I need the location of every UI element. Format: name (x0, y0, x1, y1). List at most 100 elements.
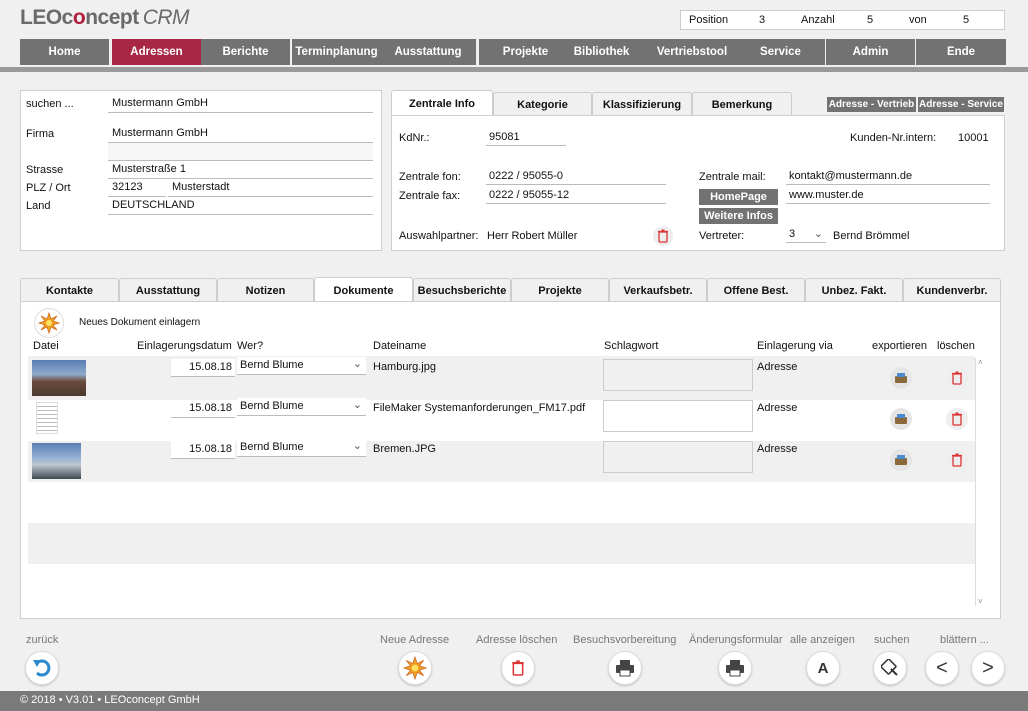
tab-kundenverbr[interactable]: Kundenverbr. (903, 278, 1001, 302)
chevron-down-icon: ⌄ (352, 358, 362, 370)
delete-partner-icon[interactable] (653, 226, 673, 246)
tab-notizen[interactable]: Notizen (217, 278, 314, 302)
zentrale-info-panel: KdNr.: 95081 Kunden-Nr.intern: 10001 Zen… (391, 115, 1005, 251)
menu-service[interactable]: Service (736, 39, 825, 65)
adresse-service-button[interactable]: Adresse - Service (918, 97, 1004, 112)
table-row[interactable]: 15.08.18 Bernd Blume ⌄ FileMaker Systeman… (28, 398, 974, 439)
logo-accent: o (72, 6, 86, 29)
header-file: Datei (33, 340, 59, 352)
burst-icon (403, 656, 427, 680)
tab-dokumente[interactable]: Dokumente (314, 277, 413, 303)
vertreter-number: 3 (789, 228, 796, 240)
table-row[interactable]: 15.08.18 Bernd Blume ⌄ Bremen.JPG Adresse (28, 439, 974, 480)
row-bg (28, 564, 975, 606)
tab-offene-best[interactable]: Offene Best. (707, 278, 805, 302)
table-row[interactable]: 15.08.18 Bernd Blume ⌄ Hamburg.jpg Adress… (28, 357, 974, 398)
trash-icon[interactable] (946, 449, 968, 471)
weitere-infos-button[interactable]: Weitere Infos (699, 208, 778, 224)
strasse-field[interactable]: Musterstraße 1 (108, 161, 373, 179)
tab-zentrale-info[interactable]: Zentrale Info (391, 90, 493, 116)
homepage-button[interactable]: HomePage (699, 189, 778, 205)
tab-kategorie[interactable]: Kategorie (493, 92, 592, 116)
fon-field[interactable]: 0222 / 95055-0 (486, 168, 666, 185)
who-select[interactable]: Bernd Blume ⌄ (237, 357, 366, 375)
tab-kontakte[interactable]: Kontakte (20, 278, 119, 302)
filename: Bremen.JPG (373, 443, 436, 455)
scroll-down-icon[interactable]: ˅ (978, 597, 983, 606)
count-label: Anzahl (801, 14, 835, 26)
keyword-field[interactable] (603, 400, 753, 432)
menu-home[interactable]: Home (20, 39, 109, 65)
chevron-down-icon: ⌄ (352, 399, 362, 411)
visit-prep-button[interactable] (608, 651, 642, 685)
export-icon[interactable] (890, 367, 912, 389)
land-field[interactable]: DEUTSCHLAND (108, 197, 373, 215)
trash-icon[interactable] (946, 408, 968, 430)
keyword-field[interactable] (603, 441, 753, 473)
intern-value: 10001 (958, 132, 989, 144)
menu-bibliothek[interactable]: Bibliothek (557, 39, 646, 65)
adresse-vertrieb-button[interactable]: Adresse - Vertrieb (827, 97, 916, 112)
delete-address-button[interactable] (501, 651, 535, 685)
search-label-bottom: suchen (874, 634, 910, 646)
scrollbar[interactable]: ˄ ˅ (975, 358, 987, 606)
trash-icon[interactable] (946, 367, 968, 389)
who-select[interactable]: Bernd Blume ⌄ (237, 439, 366, 457)
filename: Hamburg.jpg (373, 361, 436, 373)
menu-ausstattung[interactable]: Ausstattung (380, 39, 476, 65)
menu-berichte[interactable]: Berichte (201, 39, 290, 65)
menu-ende[interactable]: Ende (916, 39, 1006, 65)
tab-besuchsberichte[interactable]: Besuchsberichte (413, 278, 511, 302)
firma-field[interactable]: Mustermann GmbH (108, 125, 373, 143)
keyword-field[interactable] (603, 359, 753, 391)
menu-adressen[interactable]: Adressen (112, 39, 201, 65)
via-value: Adresse (757, 443, 798, 455)
fax-field[interactable]: 0222 / 95055-12 (486, 187, 666, 204)
change-form-label: Änderungsformular (689, 634, 783, 646)
search-input[interactable]: Mustermann GmbH (108, 95, 373, 113)
previous-button[interactable]: < (925, 651, 959, 685)
homepage-field[interactable]: www.muster.de (786, 187, 990, 204)
back-button[interactable] (25, 651, 59, 685)
export-icon[interactable] (890, 408, 912, 430)
show-all-button[interactable]: A (806, 651, 840, 685)
plz-label: PLZ / Ort (26, 182, 71, 194)
ort-field[interactable]: Musterstadt (168, 179, 373, 197)
new-document-label[interactable]: Neues Dokument einlagern (79, 317, 200, 328)
who-select[interactable]: Bernd Blume ⌄ (237, 398, 366, 416)
delete-address-label: Adresse löschen (476, 634, 558, 646)
filename: FileMaker Systemanforderungen_FM17.pdf (373, 402, 586, 414)
footer: © 2018 • V3.01 • LEOconcept GmbH (0, 691, 1028, 711)
search-button[interactable] (873, 651, 907, 685)
header-filename: Dateiname (373, 340, 427, 352)
menu-terminplanung[interactable]: Terminplanung (292, 39, 381, 65)
new-document-icon[interactable] (34, 308, 64, 338)
menu-admin[interactable]: Admin (826, 39, 915, 65)
tab-projekte[interactable]: Projekte (511, 278, 609, 302)
export-icon[interactable] (890, 449, 912, 471)
tab-ausstattung[interactable]: Ausstattung (119, 278, 217, 302)
firma-field-2[interactable] (108, 143, 373, 161)
position-value: 3 (759, 14, 766, 26)
scroll-up-icon[interactable]: ˄ (978, 358, 983, 367)
tab-verkaufsbetr[interactable]: Verkaufsbetr. (609, 278, 707, 302)
tab-bemerkung[interactable]: Bemerkung (692, 92, 792, 116)
count-value: 5 (867, 14, 874, 26)
header-delete: löschen (937, 340, 975, 352)
new-address-button[interactable] (398, 651, 432, 685)
change-form-button[interactable] (718, 651, 752, 685)
visit-prep-label: Besuchsvorbereitung (573, 634, 677, 646)
tab-unbez-fakt[interactable]: Unbez. Fakt. (805, 278, 903, 302)
browse-label: blättern ... (940, 634, 989, 646)
tab-klassifizierung[interactable]: Klassifizierung (592, 92, 692, 116)
plz-field[interactable]: 32123 (108, 179, 166, 197)
date-field[interactable]: 15.08.18 (171, 400, 235, 418)
date-field[interactable]: 15.08.18 (171, 359, 235, 377)
date-field[interactable]: 15.08.18 (171, 441, 235, 459)
next-button[interactable]: > (971, 651, 1005, 685)
vertreter-select[interactable]: 3 ⌄ (786, 226, 826, 243)
menu-vertriebstool[interactable]: Vertriebstool (646, 39, 738, 65)
kdnr-field[interactable]: 95081 (486, 129, 566, 146)
address-panel: suchen ... Mustermann GmbH Firma Musterm… (20, 90, 382, 251)
mail-field[interactable]: kontakt@mustermann.de (786, 168, 990, 185)
